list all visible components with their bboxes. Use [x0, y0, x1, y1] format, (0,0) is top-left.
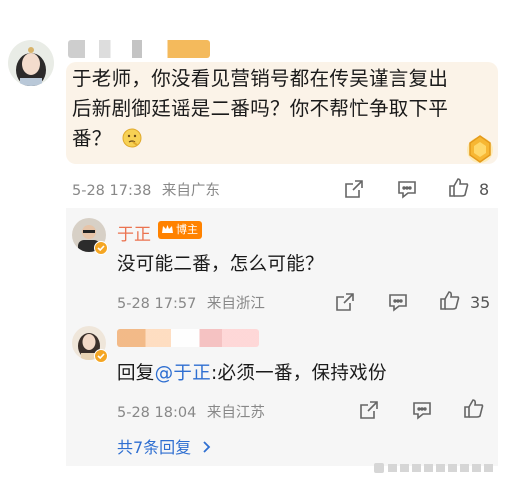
mention-link[interactable]: @于正: [155, 363, 211, 384]
blogger-badge: 博主: [158, 221, 202, 239]
comment-text: 于老师，你没看见营销号都在传吴谨言复出 后新剧御廷谣是二番吗？你不帮忙争取下平 …: [72, 64, 492, 157]
reply-time: 5-28 17:57: [117, 296, 197, 312]
like-count: 8: [479, 180, 490, 199]
reply-location: 来自浙江: [206, 296, 265, 312]
reply-text: 没可能二番，怎么可能？: [117, 254, 324, 275]
reply-author-name[interactable]: 于正: [117, 220, 151, 245]
share-icon[interactable]: [358, 399, 380, 425]
reply-author-name-redacted[interactable]: [117, 329, 259, 347]
more-replies-link[interactable]: 共7条回复: [117, 434, 211, 458]
comment-meta: 5-28 17:38 来自广东: [72, 179, 220, 200]
verified-badge-icon: [94, 240, 108, 259]
reply-meta: 5-28 18:04 来自江苏: [117, 401, 265, 422]
comment-icon[interactable]: [396, 178, 418, 204]
reply-meta: 5-28 17:57 来自浙江: [117, 292, 265, 313]
verified-badge-icon: [94, 348, 108, 367]
thinking-emoji-icon: [122, 127, 142, 157]
comment-time: 5-28 17:38: [72, 183, 152, 199]
share-icon[interactable]: [334, 291, 356, 317]
chevron-right-icon: [202, 439, 211, 458]
fan-medal-icon: [462, 130, 498, 170]
comment-line-3: 番？: [72, 124, 492, 157]
like-icon[interactable]: [462, 397, 486, 425]
commenter-name-redacted[interactable]: [68, 40, 210, 58]
watermark: [374, 460, 500, 474]
comment-icon[interactable]: [411, 399, 433, 425]
comment-line-2: 后新剧御廷谣是二番吗？你不帮忙争取下平: [72, 97, 449, 120]
commenter-avatar[interactable]: [8, 40, 54, 86]
reply-text: 回复@于正:必须一番，保持戏份: [117, 359, 387, 385]
blogger-badge-label: 博主: [176, 223, 198, 236]
reply-prefix: 回复: [117, 363, 155, 384]
comment-location: 来自广东: [161, 183, 220, 199]
avatar-image: [8, 40, 54, 86]
comment-icon[interactable]: [387, 291, 409, 317]
like-icon[interactable]: [447, 176, 471, 204]
share-icon[interactable]: [343, 178, 365, 204]
like-icon[interactable]: [438, 289, 462, 317]
more-replies-label: 共7条回复: [117, 438, 192, 457]
reply-location: 来自江苏: [206, 405, 265, 421]
reply-time: 5-28 18:04: [117, 405, 197, 421]
like-count: 35: [470, 293, 491, 312]
reply-body: :必须一番，保持戏份: [211, 363, 387, 384]
crown-icon: [161, 223, 174, 242]
comment-line-1: 于老师，你没看见营销号都在传吴谨言复出: [72, 67, 449, 90]
